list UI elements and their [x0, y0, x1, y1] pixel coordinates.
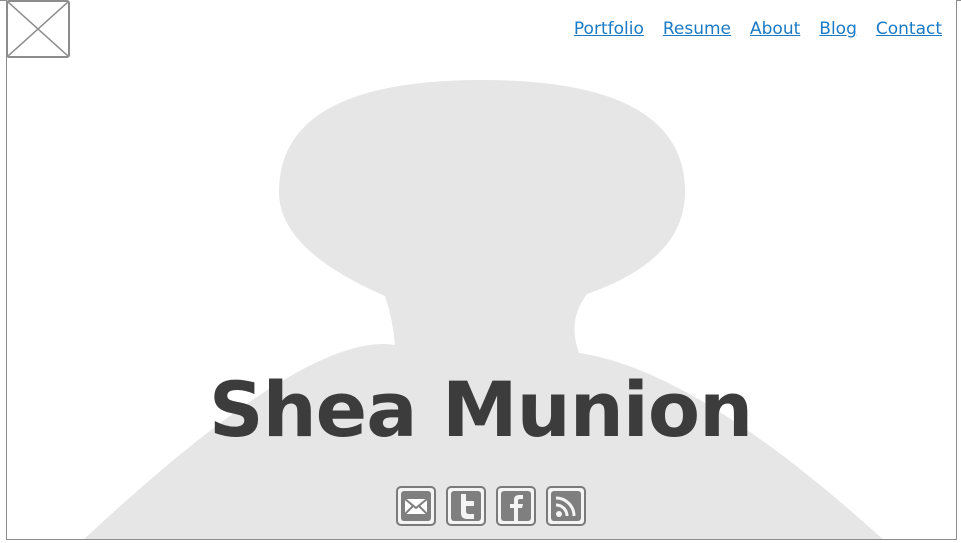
nav-portfolio-link[interactable]: Portfolio [574, 19, 644, 39]
logo-placeholder[interactable] [6, 0, 70, 58]
social-links [396, 486, 586, 526]
main-nav: Portfolio Resume About Blog Contact [574, 19, 942, 39]
twitter-button[interactable] [446, 486, 486, 526]
rss-icon [551, 491, 581, 521]
mail-button[interactable] [396, 486, 436, 526]
nav-blog-link[interactable]: Blog [819, 19, 857, 39]
facebook-button[interactable] [496, 486, 536, 526]
image-placeholder-icon [8, 2, 68, 56]
nav-contact-link[interactable]: Contact [876, 19, 942, 39]
mail-icon [401, 491, 431, 521]
person-silhouette-image [84, 80, 883, 539]
page-frame [6, 0, 957, 540]
facebook-icon [501, 491, 531, 521]
twitter-icon [451, 491, 481, 521]
hero-name-title: Shea Munion [208, 365, 753, 454]
rss-button[interactable] [546, 486, 586, 526]
nav-about-link[interactable]: About [750, 19, 800, 39]
nav-resume-link[interactable]: Resume [663, 19, 731, 39]
